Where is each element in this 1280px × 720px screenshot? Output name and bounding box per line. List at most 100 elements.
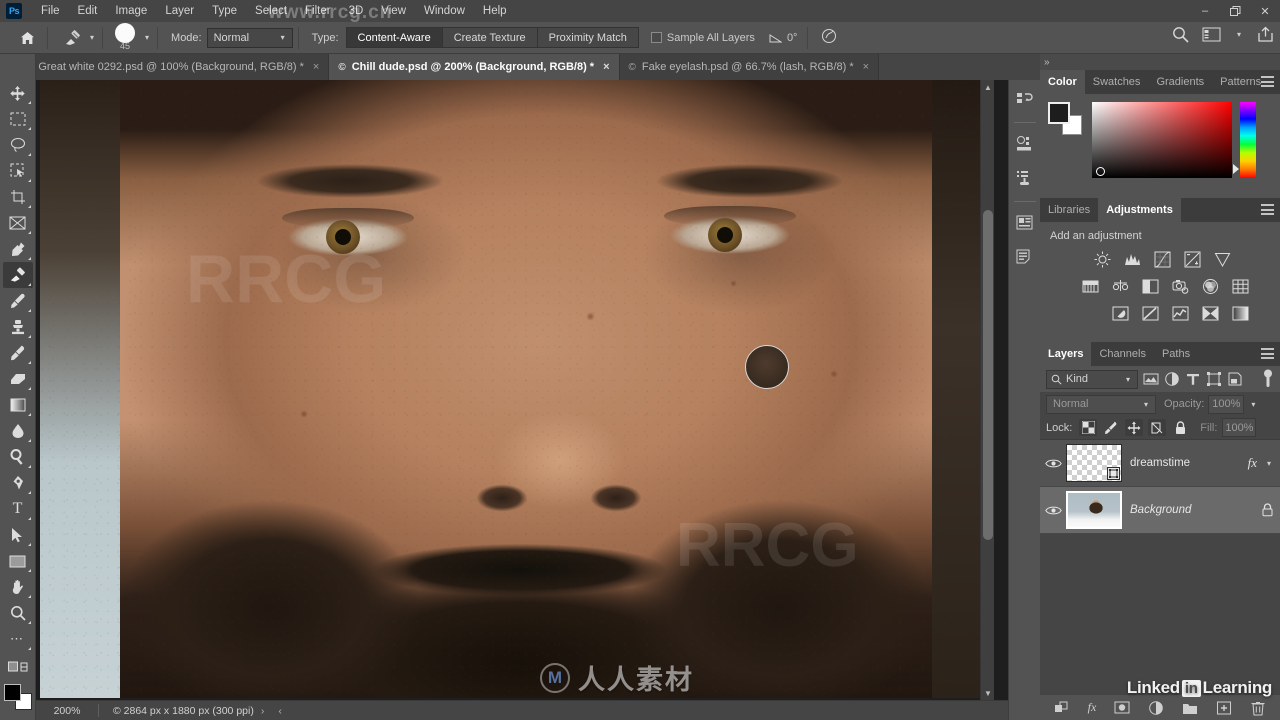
tab-adjustments[interactable]: Adjustments [1098,198,1181,222]
layer-blend-mode-select[interactable]: Normal ▾ [1046,394,1156,414]
filter-adjustment-icon[interactable] [1164,371,1180,387]
panel-menu-icon[interactable] [1261,76,1274,87]
table-row[interactable]: dreamstime fx ▾ [1040,440,1280,487]
filter-toggle-switch[interactable] [1262,369,1274,389]
restore-button[interactable] [1220,0,1250,22]
menu-help[interactable]: Help [474,0,516,22]
tool-type[interactable]: T [3,496,33,522]
tool-frame[interactable] [3,210,33,236]
layer-visibility-toggle[interactable] [1040,458,1066,469]
foreground-color-swatch[interactable] [1048,102,1070,124]
vibrance-icon[interactable] [1214,251,1231,268]
lock-transparent-pixels-icon[interactable] [1079,419,1098,436]
tool-path-selection[interactable] [3,522,33,548]
gradient-map-icon[interactable] [1232,305,1249,322]
layer-name[interactable]: dreamstime [1130,457,1248,469]
tool-object-selection[interactable] [3,158,33,184]
tool-dodge[interactable] [3,444,33,470]
filter-smart-object-icon[interactable] [1227,371,1243,387]
menu-edit[interactable]: Edit [69,0,107,22]
document-tab-fake-eyelash[interactable]: © Fake eyelash.psd @ 66.7% (lash, RGB/8)… [619,54,880,80]
scrollbar-thumb[interactable] [983,210,993,540]
threshold-icon[interactable] [1172,305,1189,322]
sample-all-layers-checkbox[interactable]: Sample All Layers [650,32,755,44]
exposure-icon[interactable] [1184,251,1201,268]
menu-view[interactable]: View [372,0,415,22]
color-picker-handle[interactable] [1096,167,1105,176]
hue-slider[interactable] [1233,102,1256,178]
tool-gradient[interactable] [3,392,33,418]
layer-fx-indicator[interactable]: fx ▾ [1248,455,1274,471]
canvas-vertical-scrollbar[interactable]: ▲ ▼ [980,80,994,700]
posterize-icon[interactable] [1142,305,1159,322]
tool-history-brush[interactable] [3,340,33,366]
share-icon[interactable] [1257,26,1274,43]
menu-type[interactable]: Type [203,0,246,22]
status-next-icon[interactable]: › [254,705,272,717]
workspace-layout-icon[interactable] [1202,27,1221,42]
menu-3d[interactable]: 3D [340,0,373,22]
filter-type-icon[interactable] [1185,371,1201,387]
tool-preset-chevron-icon[interactable]: ▾ [87,33,97,42]
close-button[interactable]: ✕ [1250,0,1280,22]
tool-rectangular-marquee[interactable] [3,106,33,132]
tool-eyedropper[interactable] [3,236,33,262]
chevron-down-icon[interactable]: ▾ [1264,459,1274,468]
tab-gradients[interactable]: Gradients [1148,70,1212,94]
filter-pixel-icon[interactable] [1143,371,1159,387]
color-lookup-icon[interactable] [1232,278,1249,295]
scroll-down-icon[interactable]: ▼ [981,686,995,700]
menu-window[interactable]: Window [415,0,474,22]
filter-shape-icon[interactable] [1206,371,1222,387]
new-layer-icon[interactable] [1216,700,1232,716]
search-icon[interactable] [1172,26,1189,43]
panel-menu-icon[interactable] [1261,204,1274,215]
layer-visibility-toggle[interactable] [1040,505,1066,516]
lock-artboard-nesting-icon[interactable] [1148,419,1167,436]
chevron-down-icon[interactable]: ▾ [1234,30,1244,39]
type-content-aware-button[interactable]: Content-Aware [345,27,442,48]
color-balance-icon[interactable] [1112,278,1129,295]
layer-style-icon[interactable]: fx [1088,700,1097,715]
lock-all-icon[interactable] [1171,419,1189,436]
brush-size-preview[interactable]: 45 [108,22,142,51]
menu-filter[interactable]: Filter [296,0,340,22]
add-mask-icon[interactable] [1114,700,1130,716]
tool-brush[interactable] [3,288,33,314]
pressure-for-size-button[interactable] [821,28,837,47]
history-panel-icon[interactable] [1012,86,1038,112]
menu-image[interactable]: Image [106,0,156,22]
tab-layers[interactable]: Layers [1040,342,1092,366]
tool-crop[interactable] [3,184,33,210]
link-layers-icon[interactable] [1054,700,1070,716]
status-prev-icon[interactable]: ‹ [271,705,289,717]
layer-name[interactable]: Background [1130,504,1261,516]
tab-libraries[interactable]: Libraries [1040,198,1098,222]
tool-clone-stamp[interactable] [3,314,33,340]
close-icon[interactable]: × [863,61,869,73]
properties-panel-icon[interactable] [1012,131,1038,157]
paragraph-panel-icon[interactable] [1012,244,1038,270]
type-proximity-match-button[interactable]: Proximity Match [536,27,639,48]
curves-icon[interactable] [1154,251,1171,268]
fill-value[interactable]: 100% [1222,418,1257,437]
layer-filter-kind-select[interactable]: Kind ▾ [1046,369,1138,389]
new-adjustment-layer-icon[interactable] [1148,700,1164,716]
menu-layer[interactable]: Layer [156,0,203,22]
zoom-level[interactable]: 200% [36,705,98,717]
new-group-icon[interactable] [1182,700,1198,716]
home-button[interactable] [12,31,42,45]
scroll-up-icon[interactable]: ▲ [981,80,995,94]
collapse-panels-button[interactable]: » [1040,54,1280,70]
opacity-stepper-icon[interactable]: ▾ [1248,400,1258,409]
color-spectrum-field[interactable] [1092,102,1232,178]
hue-slider-handle[interactable] [1233,164,1239,174]
document-canvas[interactable]: M 人人素材 RRCG RRCG [36,80,1008,700]
tool-blur[interactable] [3,418,33,444]
delete-layer-icon[interactable] [1250,700,1266,716]
lock-image-pixels-icon[interactable] [1102,419,1120,436]
levels-icon[interactable] [1124,251,1141,268]
tool-lasso[interactable] [3,132,33,158]
opacity-value[interactable]: 100% [1208,394,1245,414]
tool-pen[interactable] [3,470,33,496]
